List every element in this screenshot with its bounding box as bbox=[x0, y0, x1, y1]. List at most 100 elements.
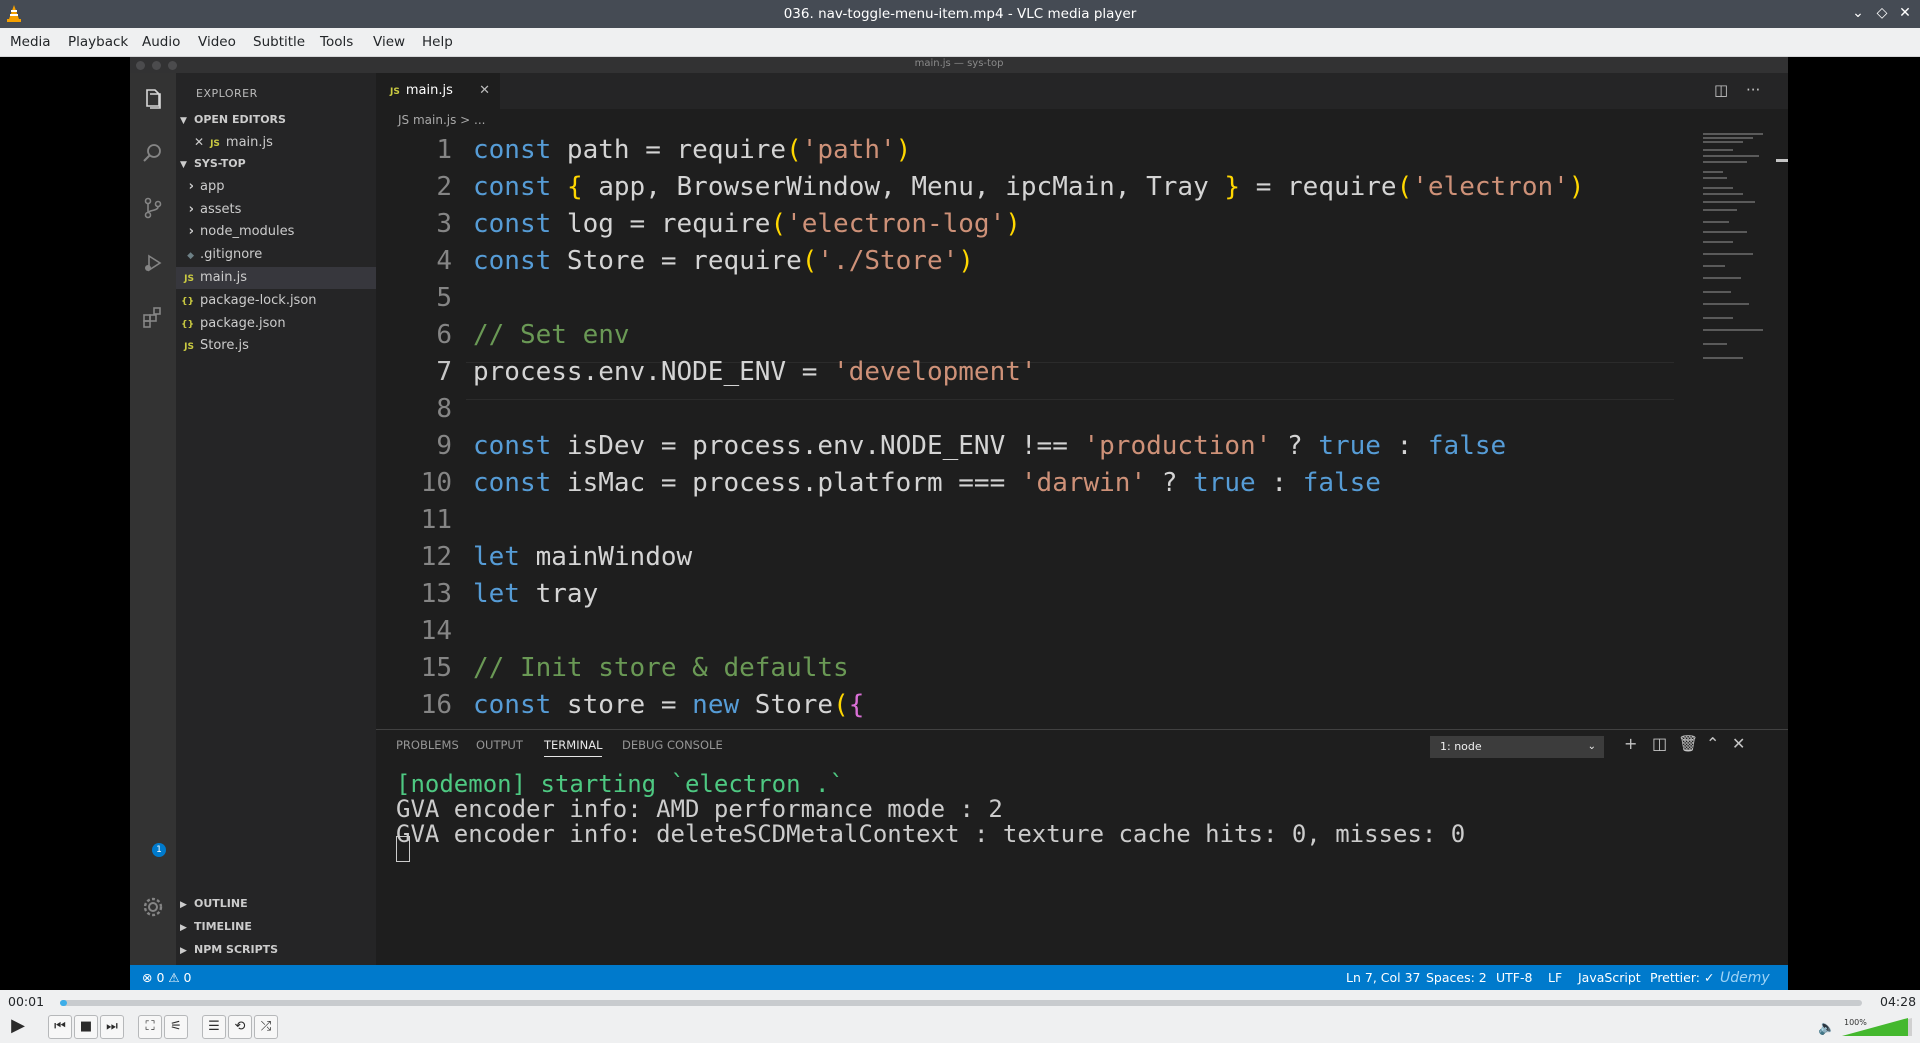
menu-tools[interactable]: Tools bbox=[320, 34, 353, 50]
file-item-app: › app bbox=[176, 176, 376, 198]
menu-audio[interactable]: Audio bbox=[142, 34, 180, 50]
line-number: 10 bbox=[420, 468, 452, 498]
menu-video[interactable]: Video bbox=[198, 34, 236, 50]
line-number: 5 bbox=[436, 283, 452, 313]
minimap bbox=[1703, 131, 1773, 371]
play-button[interactable]: ▶ bbox=[6, 1015, 30, 1039]
timeline-section: ▶ TIMELINE bbox=[176, 916, 376, 938]
run-debug-icon bbox=[139, 251, 167, 279]
git-file-icon: ◆ bbox=[187, 251, 194, 261]
settings-gear-icon bbox=[139, 895, 167, 923]
terminal-line: [nodemon] starting `electron .` bbox=[396, 770, 844, 798]
problems-count: ⊗ 0 ⚠ 0 bbox=[142, 970, 192, 985]
seek-bar[interactable] bbox=[60, 1000, 1862, 1006]
search-icon bbox=[139, 141, 167, 169]
elapsed-time: 00:01 bbox=[8, 994, 45, 1009]
tab-output: OUTPUT bbox=[476, 738, 523, 752]
file-item-gitignore: ◆ .gitignore bbox=[176, 244, 376, 266]
js-file-icon: JS bbox=[390, 87, 400, 97]
vlc-titlebar: 036. nav-toggle-menu-item.mp4 - VLC medi… bbox=[0, 0, 1920, 28]
vscode-titlebar: main.js — sys-top bbox=[130, 57, 1788, 73]
code-line: // Init store & defaults bbox=[473, 653, 849, 683]
json-file-icon: {} bbox=[181, 297, 194, 307]
scrollbar-marker bbox=[1776, 159, 1788, 162]
code-line: // Set env bbox=[473, 320, 630, 350]
terminal-line: GVA encoder info: AMD performance mode :… bbox=[396, 795, 1003, 823]
menu-playback[interactable]: Playback bbox=[68, 34, 128, 50]
line-number: 8 bbox=[436, 394, 452, 424]
activity-bar: 1 bbox=[130, 73, 176, 981]
explorer-sidebar: EXPLORER ▼ OPEN EDITORS ✕ JS main.js ▼ SYS-T… bbox=[176, 73, 376, 981]
code-line: let tray bbox=[473, 579, 599, 609]
indentation: Spaces: 2 bbox=[1426, 970, 1487, 985]
code-line: const store = new Store({ bbox=[473, 690, 865, 720]
code-editor: 1 const path = require('path') 2 const {… bbox=[376, 131, 1788, 794]
tab-close-icon: ✕ bbox=[479, 83, 490, 98]
breadcrumb: JS main.js > ... bbox=[398, 113, 486, 127]
file-item-store-js: JS Store.js bbox=[176, 335, 376, 357]
chevron-right-icon: › bbox=[188, 224, 194, 239]
chevron-up-icon: ⌃ bbox=[1706, 734, 1720, 753]
encoding: UTF-8 bbox=[1496, 970, 1533, 985]
total-time: 04:28 bbox=[1880, 994, 1917, 1009]
menu-help[interactable]: Help bbox=[422, 34, 453, 50]
line-number: 3 bbox=[436, 209, 452, 239]
menu-subtitle[interactable]: Subtitle bbox=[253, 34, 305, 50]
line-ending: LF bbox=[1548, 970, 1563, 985]
vlc-controls: 00:01 04:28 ▶ ⏮ ■ ⏭ ⛶ ⚟ ☰ ⟲ ⤮ 🔈 100% bbox=[0, 990, 1920, 1043]
menu-view[interactable]: View bbox=[373, 34, 405, 50]
tab-problems: PROBLEMS bbox=[396, 738, 459, 752]
line-number: 4 bbox=[436, 246, 452, 276]
chevron-right-icon: › bbox=[188, 202, 194, 217]
js-file-icon: JS bbox=[184, 274, 194, 284]
code-line: const isMac = process.platform === 'darw… bbox=[473, 468, 1381, 498]
menu-media[interactable]: Media bbox=[10, 34, 51, 50]
source-control-icon bbox=[139, 196, 167, 224]
code-line: const { app, BrowserWindow, Menu, ipcMai… bbox=[473, 172, 1585, 202]
open-editors-section: ▼ OPEN EDITORS bbox=[176, 109, 376, 131]
speaker-icon[interactable]: 🔈 bbox=[1818, 1020, 1835, 1036]
shuffle-button[interactable]: ⤮ bbox=[254, 1015, 278, 1039]
extensions-icon bbox=[139, 305, 167, 333]
chevron-down-icon: ▼ bbox=[180, 116, 187, 126]
npm-scripts-section: ▶ NPM SCRIPTS bbox=[176, 939, 376, 961]
outline-section: ▶ OUTLINE bbox=[176, 893, 376, 915]
trash-icon: 🗑 bbox=[1678, 734, 1699, 753]
terminal-panel: PROBLEMS OUTPUT TERMINAL DEBUG CONSOLE 1… bbox=[376, 729, 1788, 981]
vscode-window-title: main.js — sys-top bbox=[914, 58, 1004, 69]
tab-debug-console: DEBUG CONSOLE bbox=[622, 738, 723, 752]
code-line: const path = require('path') bbox=[473, 135, 912, 165]
line-number: 7 bbox=[436, 357, 452, 387]
prettier-status: Prettier: ✓ bbox=[1650, 970, 1715, 985]
line-number: 15 bbox=[420, 653, 452, 683]
explorer-header: EXPLORER bbox=[196, 87, 258, 100]
file-item-package-json: {} package.json bbox=[176, 313, 376, 335]
terminal-cursor bbox=[396, 836, 410, 862]
stop-button[interactable]: ■ bbox=[74, 1015, 98, 1039]
line-number: 12 bbox=[420, 542, 452, 572]
next-button[interactable]: ⏭ bbox=[100, 1015, 124, 1039]
chevron-right-icon: ▶ bbox=[180, 946, 187, 956]
code-line: let mainWindow bbox=[473, 542, 693, 572]
fullscreen-button[interactable]: ⛶ bbox=[138, 1015, 162, 1039]
json-file-icon: {} bbox=[181, 320, 194, 330]
chevron-right-icon: ▶ bbox=[180, 900, 187, 910]
cursor-position: Ln 7, Col 37 bbox=[1346, 970, 1421, 985]
line-number: 14 bbox=[420, 616, 452, 646]
close-icon[interactable]: ✕ bbox=[1896, 5, 1914, 21]
restore-icon[interactable]: ◇ bbox=[1873, 5, 1891, 21]
line-number: 11 bbox=[420, 505, 452, 535]
tab-main-js: JS main.js ✕ bbox=[376, 73, 500, 109]
loop-button[interactable]: ⟲ bbox=[228, 1015, 252, 1039]
minimize-icon[interactable]: ⌄ bbox=[1849, 5, 1867, 21]
chevron-down-icon: ⌄ bbox=[1587, 741, 1596, 752]
playlist-button[interactable]: ☰ bbox=[202, 1015, 226, 1039]
video-area[interactable]: main.js — sys-top 1 EXPLORER ▼ OPEN EDIT… bbox=[0, 57, 1920, 990]
volume-label: 100% bbox=[1844, 1018, 1867, 1027]
extended-settings-button[interactable]: ⚟ bbox=[164, 1015, 188, 1039]
previous-button[interactable]: ⏮ bbox=[48, 1015, 72, 1039]
menubar: Media Playback Audio Video Subtitle Tool… bbox=[0, 28, 1920, 57]
line-number: 13 bbox=[420, 579, 452, 609]
project-section: ▼ SYS-TOP bbox=[176, 153, 376, 175]
line-number: 2 bbox=[436, 172, 452, 202]
